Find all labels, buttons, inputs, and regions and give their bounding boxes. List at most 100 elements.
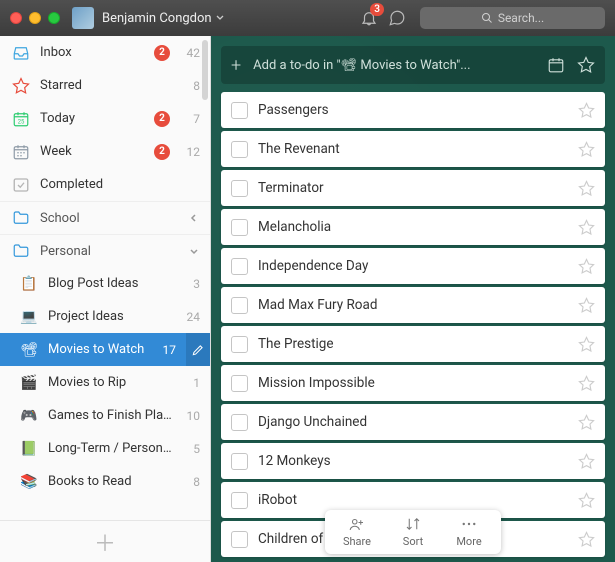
add-list-button[interactable]: ＋: [0, 520, 210, 562]
account-menu[interactable]: Benjamin Congdon: [102, 11, 224, 26]
star-button[interactable]: [578, 297, 595, 314]
star-button[interactable]: [578, 375, 595, 392]
todo-item[interactable]: Terminator: [221, 170, 605, 206]
chevron-icon: [188, 245, 200, 257]
sidebar-list-item[interactable]: 💻 Project Ideas 24: [0, 300, 210, 333]
sidebar-list-item[interactable]: 📽 Movies to Watch 17: [0, 333, 210, 366]
todo-checkbox[interactable]: [231, 180, 248, 197]
list-emoji-icon: 📗: [20, 441, 38, 457]
star-icon[interactable]: [577, 56, 595, 74]
folder-icon: [12, 209, 30, 227]
sort-button[interactable]: Sort: [385, 516, 441, 548]
plus-icon: ＋: [94, 526, 116, 558]
star-button[interactable]: [578, 453, 595, 470]
sidebar-list-item[interactable]: 📗 Long-Term / Personal... 5: [0, 432, 210, 465]
todo-checkbox[interactable]: [231, 219, 248, 236]
sidebar-smart-week[interactable]: Week 2 12: [0, 135, 210, 168]
edit-list-button[interactable]: [186, 333, 210, 366]
search-icon: [481, 12, 493, 24]
todo-list[interactable]: Passengers The Revenant Terminator Melan…: [211, 92, 615, 562]
search-input[interactable]: Search...: [420, 7, 605, 29]
more-button[interactable]: More: [441, 516, 497, 548]
todo-checkbox[interactable]: [231, 336, 248, 353]
close-window-button[interactable]: [10, 12, 22, 24]
todo-checkbox[interactable]: [231, 141, 248, 158]
todo-checkbox[interactable]: [231, 531, 248, 548]
todo-title: iRobot: [258, 492, 568, 508]
badge: 2: [154, 45, 170, 61]
count: 1: [182, 376, 200, 390]
minimize-window-button[interactable]: [29, 12, 41, 24]
badge: 2: [154, 111, 170, 127]
sidebar-folder[interactable]: Personal: [0, 234, 210, 267]
due-date-icon[interactable]: [547, 56, 565, 74]
notifications-button[interactable]: 3: [360, 9, 378, 27]
notification-badge: 3: [370, 3, 384, 16]
chevron-down-icon: [216, 15, 224, 21]
star-button[interactable]: [578, 180, 595, 197]
star-icon: [578, 414, 595, 431]
sidebar-scrollbar[interactable]: [202, 40, 208, 100]
sidebar-list-item[interactable]: 🎮 Games to Finish Playing 10: [0, 399, 210, 432]
star-icon: [578, 375, 595, 392]
add-todo-placeholder: Add a to-do in "📽 Movies to Watch"...: [253, 58, 537, 73]
sidebar-list-item[interactable]: 📚 Books to Read 8: [0, 465, 210, 498]
sidebar-smart-starred[interactable]: Starred 8: [0, 69, 210, 102]
sidebar: Inbox 2 42 Starred 825 Today 2 7 Week 2 …: [0, 36, 211, 562]
pencil-icon: [191, 343, 205, 357]
star-button[interactable]: [578, 141, 595, 158]
todo-title: The Revenant: [258, 141, 568, 157]
list-label: Games to Finish Playing: [48, 408, 172, 423]
todo-checkbox[interactable]: [231, 297, 248, 314]
star-button[interactable]: [578, 414, 595, 431]
zoom-window-button[interactable]: [48, 12, 60, 24]
star-icon: [578, 492, 595, 509]
todo-checkbox[interactable]: [231, 492, 248, 509]
todo-item[interactable]: Mad Max Fury Road: [221, 287, 605, 323]
star-button[interactable]: [578, 258, 595, 275]
more-icon: [460, 516, 478, 532]
todo-title: Melancholia: [258, 219, 568, 235]
todo-item[interactable]: Mission Impossible: [221, 365, 605, 401]
plus-icon: +: [231, 55, 241, 76]
todo-item[interactable]: 12 Monkeys: [221, 443, 605, 479]
star-icon: [578, 531, 595, 548]
count: 8: [182, 79, 200, 93]
todo-item[interactable]: The Prestige: [221, 326, 605, 362]
todo-checkbox[interactable]: [231, 375, 248, 392]
conversations-button[interactable]: [388, 9, 406, 27]
star-icon: [578, 453, 595, 470]
todo-item[interactable]: Independence Day: [221, 248, 605, 284]
todo-checkbox[interactable]: [231, 102, 248, 119]
todo-item[interactable]: Passengers: [221, 92, 605, 128]
avatar[interactable]: [72, 7, 94, 29]
todo-item[interactable]: The Revenant: [221, 131, 605, 167]
smart-label: Inbox: [40, 45, 144, 60]
star-button[interactable]: [578, 336, 595, 353]
todo-title: The Prestige: [258, 336, 568, 352]
star-button[interactable]: [578, 492, 595, 509]
share-button[interactable]: Share: [329, 516, 385, 548]
folder-label: Personal: [40, 244, 178, 259]
star-button[interactable]: [578, 219, 595, 236]
sidebar-folder[interactable]: School: [0, 201, 210, 234]
star-button[interactable]: [578, 102, 595, 119]
todo-item[interactable]: Melancholia: [221, 209, 605, 245]
sidebar-smart-today[interactable]: 25 Today 2 7: [0, 102, 210, 135]
list-label: Movies to Rip: [48, 375, 172, 390]
sidebar-list-item[interactable]: 📋 Blog Post Ideas 3: [0, 267, 210, 300]
list-emoji-icon: 📋: [20, 276, 38, 292]
star-icon: [578, 102, 595, 119]
todo-item[interactable]: Django Unchained: [221, 404, 605, 440]
todo-checkbox[interactable]: [231, 414, 248, 431]
star-button[interactable]: [578, 531, 595, 548]
add-todo-input[interactable]: + Add a to-do in "📽 Movies to Watch"...: [221, 46, 605, 84]
titlebar: Benjamin Congdon 3 Search...: [0, 0, 615, 36]
sidebar-smart-completed[interactable]: Completed: [0, 168, 210, 201]
todo-checkbox[interactable]: [231, 258, 248, 275]
sidebar-smart-inbox[interactable]: Inbox 2 42: [0, 36, 210, 69]
sidebar-list-item[interactable]: 🎬 Movies to Rip 1: [0, 366, 210, 399]
todo-checkbox[interactable]: [231, 453, 248, 470]
svg-text:25: 25: [18, 118, 25, 125]
star-icon: [578, 180, 595, 197]
